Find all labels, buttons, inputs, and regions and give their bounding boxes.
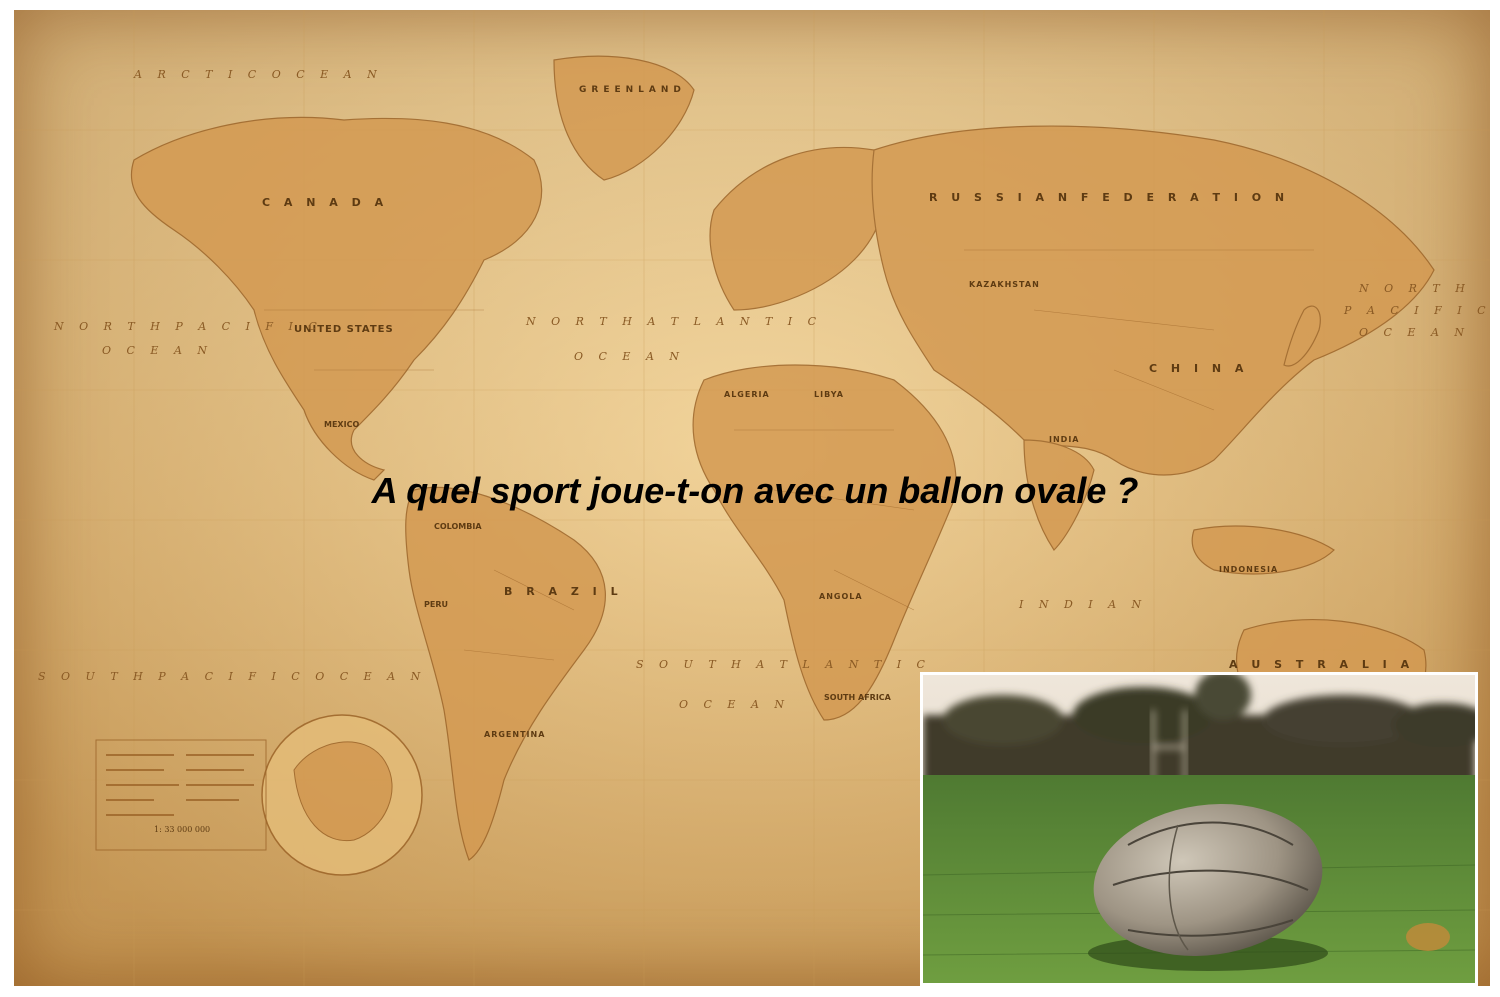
rugby-ball-photo xyxy=(920,672,1478,986)
map-label-south-atlantic: S O U T H A T L A N T I C xyxy=(636,658,931,671)
map-label-south-pacific: S O U T H P A C I F I C O C E A N xyxy=(38,670,427,683)
map-label-ocean-north-atlantic: O C E A N xyxy=(574,350,686,363)
question-text: A quel sport joue-t-on avec un ballon ov… xyxy=(0,470,1500,512)
map-label-ocean-right: O C E A N xyxy=(1359,326,1471,339)
map-label-kazakhstan: KAZAKHSTAN xyxy=(969,280,1040,289)
map-label-ocean-south-atlantic: O C E A N xyxy=(679,698,791,711)
map-label-algeria: ALGERIA xyxy=(724,390,770,399)
map-label-colombia: COLOMBIA xyxy=(434,522,482,531)
map-label-greenland: GREENLAND xyxy=(579,85,686,95)
map-label-north-pacific-left: N O R T H P A C I F I C xyxy=(54,320,323,333)
map-label-arctic-ocean: A R C T I C O C E A N xyxy=(134,68,383,81)
map-label-ocean-left: O C E A N xyxy=(102,344,214,357)
map-label-indonesia: INDONESIA xyxy=(1219,565,1279,574)
map-label-brazil: B R A Z I L xyxy=(504,585,623,598)
map-label-china: C H I N A xyxy=(1149,362,1249,375)
map-label-mexico: MEXICO xyxy=(324,420,360,429)
map-label-argentina: ARGENTINA xyxy=(484,730,546,739)
slide: A R C T I C O C E A N GREENLAND C A N A … xyxy=(0,0,1500,997)
rugby-ball-image xyxy=(923,675,1475,983)
polar-inset xyxy=(261,714,423,876)
map-label-south-africa: SOUTH AFRICA xyxy=(824,693,891,702)
map-label-india: INDIA xyxy=(1049,435,1080,444)
map-label-pacific-right: P A C I F I C xyxy=(1344,304,1492,317)
map-label-australia: A U S T R A L I A xyxy=(1229,658,1415,671)
map-scale: 1: 33 000 000 xyxy=(154,825,211,834)
map-label-indian-ocean: I N D I A N xyxy=(1019,598,1148,611)
map-label-peru: PERU xyxy=(424,600,448,609)
question-label: A quel sport joue-t-on avec un ballon ov… xyxy=(371,470,1139,511)
map-label-north-right: N O R T H xyxy=(1359,282,1471,295)
map-label-angola: ANGOLA xyxy=(819,592,863,601)
map-label-north-atlantic: N O R T H A T L A N T I C xyxy=(526,315,823,328)
map-label-libya: LIBYA xyxy=(814,390,844,399)
map-label-canada: C A N A D A xyxy=(262,196,389,209)
map-label-russia: R U S S I A N F E D E R A T I O N xyxy=(929,191,1290,204)
